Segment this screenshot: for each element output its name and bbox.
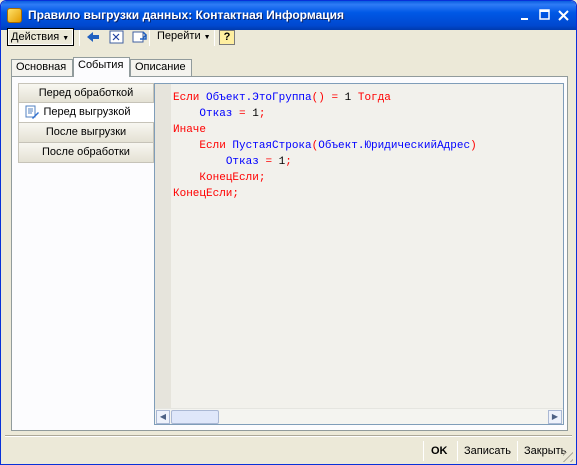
footer-separator: [423, 441, 424, 461]
event-label: После выгрузки: [45, 126, 127, 138]
actions-label: Действия: [11, 31, 60, 43]
scroll-left-icon[interactable]: ◀: [156, 410, 170, 424]
edit-document-icon: [25, 105, 39, 119]
toolbar: Действия ▼ Перейти ▼ ?: [3, 28, 574, 48]
maximize-button[interactable]: [536, 7, 553, 24]
code-editor[interactable]: Если Объект.ЭтоГруппа() = 1 Тогда Отказ …: [154, 83, 564, 425]
goto-label: Перейти: [157, 30, 201, 42]
minimize-button[interactable]: [517, 7, 534, 24]
tab-events[interactable]: События: [73, 57, 130, 77]
resize-grip-icon[interactable]: [563, 452, 573, 462]
dialog-footer: OK Записать Закрыть: [1, 435, 576, 464]
code-line: КонецЕсли;: [199, 172, 266, 184]
footer-separator: [517, 441, 518, 461]
event-item-after-export[interactable]: После выгрузки: [18, 123, 154, 143]
event-item-before-export[interactable]: Перед выгрузкой: [18, 103, 155, 123]
move-left-icon[interactable]: [85, 30, 101, 45]
tab-description[interactable]: Описание: [130, 59, 192, 76]
title-bar[interactable]: Правило выгрузки данных: Контактная Инфо…: [1, 1, 576, 30]
toolbar-separator: [149, 30, 150, 46]
goto-menu-button[interactable]: Перейти ▼: [154, 28, 214, 46]
minimize-icon: [521, 18, 528, 20]
help-icon[interactable]: ?: [219, 30, 235, 45]
actions-menu-button[interactable]: Действия ▼: [7, 28, 74, 46]
code-line: Если Объект.ЭтоГруппа() = 1 Тогда: [173, 92, 391, 104]
ok-button[interactable]: OK: [431, 443, 448, 459]
event-list: Перед обработкой Перед выгрузкой После в…: [18, 83, 155, 163]
event-item-before-processing[interactable]: Перед обработкой: [18, 83, 154, 103]
maximize-icon: [539, 9, 550, 20]
code-line: Отказ = 1;: [199, 108, 266, 120]
footer-divider: [5, 435, 572, 437]
horizontal-scrollbar[interactable]: ◀ ▶: [155, 408, 563, 424]
code-line: Отказ = 1;: [225, 156, 292, 168]
close-icon: [558, 10, 569, 21]
formula-icon[interactable]: [109, 30, 125, 45]
code-text: Если Объект.ЭтоГруппа() = 1 Тогда Отказ …: [173, 90, 477, 202]
code-line: КонецЕсли;: [173, 188, 240, 200]
window-title: Правило выгрузки данных: Контактная Инфо…: [28, 8, 345, 22]
toolbar-separator: [79, 30, 80, 46]
scrollbar-thumb[interactable]: [171, 410, 219, 424]
save-button[interactable]: Записать: [464, 443, 511, 459]
close-window-button[interactable]: [555, 7, 572, 24]
code-line: Иначе: [173, 124, 207, 136]
code-line: Если ПустаяСтрока(Объект.ЮридическийАдре…: [199, 140, 477, 152]
footer-separator: [457, 441, 458, 461]
scroll-right-icon[interactable]: ▶: [548, 410, 562, 424]
tab-main[interactable]: Основная: [11, 59, 73, 76]
close-button[interactable]: Закрыть: [524, 443, 566, 459]
refresh-icon[interactable]: [132, 30, 148, 45]
dropdown-arrow-icon: ▼: [62, 35, 70, 42]
event-item-after-processing[interactable]: После обработки: [18, 143, 154, 163]
editor-gutter: [155, 84, 171, 409]
event-label: Перед выгрузкой: [43, 106, 131, 118]
toolbar-separator: [214, 30, 215, 46]
event-label: Перед обработкой: [38, 87, 134, 99]
tab-panel: Перед обработкой Перед выгрузкой После в…: [11, 76, 568, 431]
dialog-window: Правило выгрузки данных: Контактная Инфо…: [0, 0, 577, 465]
dropdown-arrow-icon: ▼: [203, 34, 211, 41]
app-icon: [7, 8, 22, 23]
event-label: После обработки: [42, 146, 130, 158]
